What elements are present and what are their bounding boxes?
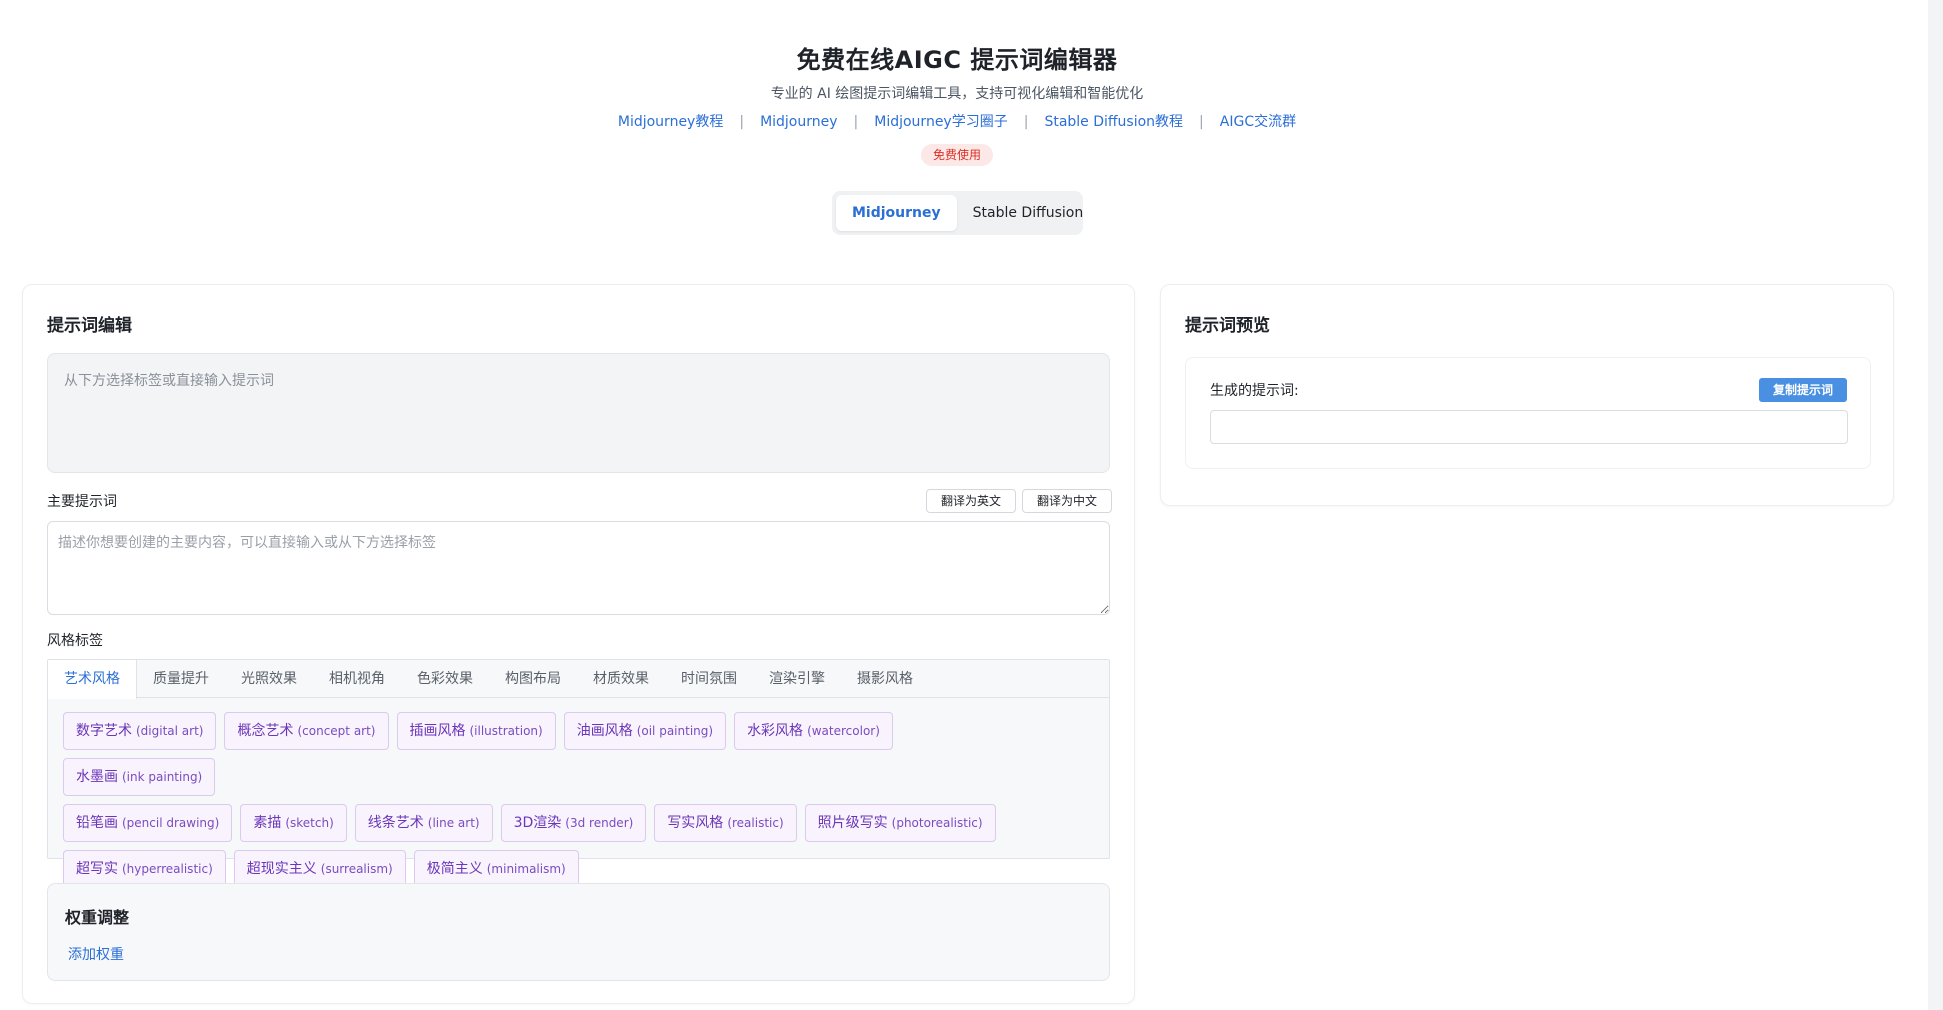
translate-zh-button[interactable]: 翻译为中文 bbox=[1022, 489, 1113, 513]
generated-prompt-label: 生成的提示词: bbox=[1210, 383, 1299, 399]
translate-en-button[interactable]: 翻译为英文 bbox=[926, 489, 1017, 513]
copy-prompt-button[interactable]: 复制提示词 bbox=[1758, 378, 1847, 402]
style-tag[interactable]: 照片级写实 (photorealistic) bbox=[804, 804, 996, 842]
link-stable-diffusion-tutorial[interactable]: Stable Diffusion教程 bbox=[1044, 114, 1183, 130]
tag-label-zh: 数字艺术 bbox=[76, 723, 132, 739]
tab-art-style[interactable]: 艺术风格 bbox=[48, 660, 137, 699]
main-prompt-input[interactable] bbox=[47, 521, 1110, 615]
tab-composition[interactable]: 构图布局 bbox=[489, 660, 577, 698]
editor-title: 提示词编辑 bbox=[47, 316, 132, 336]
page-scrollbar[interactable] bbox=[1928, 0, 1943, 1010]
editor-panel: 提示词编辑 从下方选择标签或直接输入提示词 主要提示词 翻译为英文 翻译为中文 … bbox=[22, 284, 1135, 1004]
tab-render-engine[interactable]: 渲染引擎 bbox=[753, 660, 841, 698]
tag-label-zh: 写实风格 bbox=[667, 815, 724, 831]
tag-label-zh: 线条艺术 bbox=[367, 815, 424, 831]
tag-label-en: (3d render) bbox=[565, 816, 634, 830]
link-aigc-group[interactable]: AIGC交流群 bbox=[1220, 114, 1296, 130]
style-tag[interactable]: 写实风格 (realistic) bbox=[654, 804, 797, 842]
tag-label-zh: 超写实 bbox=[76, 861, 118, 877]
tag-label-en: (ink painting) bbox=[122, 770, 203, 784]
tag-label-zh: 水墨画 bbox=[76, 769, 118, 785]
tab-material[interactable]: 材质效果 bbox=[577, 660, 665, 698]
combined-prompt-box[interactable]: 从下方选择标签或直接输入提示词 bbox=[47, 353, 1110, 473]
tag-label-en: (realistic) bbox=[727, 816, 784, 830]
style-tag[interactable]: 素描 (sketch) bbox=[240, 804, 347, 842]
tab-camera[interactable]: 相机视角 bbox=[313, 660, 401, 698]
mode-switch: Midjourney Stable Diffusion bbox=[832, 191, 1083, 235]
tab-quality[interactable]: 质量提升 bbox=[137, 660, 225, 698]
tab-midjourney[interactable]: Midjourney bbox=[836, 195, 957, 231]
link-separator: | bbox=[1199, 114, 1204, 130]
link-bar: Midjourney教程 | Midjourney | Midjourney学习圈子 | S… bbox=[0, 112, 1914, 132]
style-tag[interactable]: 概念艺术 (concept art) bbox=[224, 712, 389, 750]
tab-color[interactable]: 色彩效果 bbox=[401, 660, 489, 698]
link-separator: | bbox=[853, 114, 859, 130]
style-tag[interactable]: 水墨画 (ink painting) bbox=[63, 758, 216, 796]
link-midjourney-tutorial[interactable]: Midjourney教程 bbox=[618, 114, 723, 130]
weight-title: 权重调整 bbox=[65, 908, 130, 927]
link-midjourney-circle[interactable]: Midjourney学习圈子 bbox=[874, 114, 1007, 130]
tag-label-zh: 插画风格 bbox=[409, 723, 466, 739]
tag-label-zh: 3D渲染 bbox=[513, 815, 562, 831]
preview-panel: 提示词预览 生成的提示词: 复制提示词 bbox=[1160, 284, 1894, 506]
page-subtitle: 专业的 AI 绘图提示词编辑工具，支持可视化编辑和智能优化 bbox=[770, 86, 1144, 102]
add-weight-link[interactable]: 添加权重 bbox=[68, 944, 124, 964]
tag-label-en: (minimalism) bbox=[486, 862, 566, 876]
style-tag[interactable]: 油画风格 (oil painting) bbox=[563, 712, 727, 750]
tag-label-en: (sketch) bbox=[285, 816, 334, 830]
link-separator: | bbox=[739, 114, 745, 130]
tag-label-zh: 素描 bbox=[253, 815, 282, 831]
style-tag[interactable]: 3D渲染 (3d render) bbox=[500, 804, 647, 842]
tag-label-en: (digital art) bbox=[136, 724, 204, 738]
tag-label-en: (illustration) bbox=[469, 724, 543, 738]
main-prompt-label: 主要提示词 bbox=[47, 494, 117, 510]
tab-lighting[interactable]: 光照效果 bbox=[225, 660, 313, 698]
preview-title: 提示词预览 bbox=[1185, 316, 1270, 336]
tag-label-en: (pencil drawing) bbox=[122, 816, 220, 830]
free-badge: 免费使用 bbox=[920, 144, 993, 166]
tag-label-zh: 极简主义 bbox=[426, 861, 483, 877]
tag-label-en: (concept art) bbox=[297, 724, 376, 738]
style-tag[interactable]: 插画风格 (illustration) bbox=[396, 712, 556, 750]
tag-label-en: (photorealistic) bbox=[891, 816, 983, 830]
tab-photography[interactable]: 摄影风格 bbox=[841, 660, 929, 698]
tag-label-zh: 水彩风格 bbox=[747, 723, 804, 739]
preview-card: 生成的提示词: 复制提示词 bbox=[1185, 357, 1871, 469]
tag-label-zh: 超现实主义 bbox=[246, 861, 317, 877]
tag-label-zh: 油画风格 bbox=[576, 723, 633, 739]
style-tag[interactable]: 线条艺术 (line art) bbox=[354, 804, 493, 842]
style-tab-bar: 艺术风格 质量提升 光照效果 相机视角 色彩效果 构图布局 材质效果 时间氛围 … bbox=[48, 660, 1109, 699]
link-separator: | bbox=[1023, 114, 1029, 130]
tag-label-en: (hyperrealistic) bbox=[122, 862, 213, 876]
tag-label-en: (line art) bbox=[427, 816, 480, 830]
tag-label-zh: 概念艺术 bbox=[237, 723, 294, 739]
generated-prompt-output[interactable] bbox=[1210, 410, 1848, 444]
style-tag[interactable]: 水彩风格 (watercolor) bbox=[734, 712, 893, 750]
page-title: 免费在线AIGC 提示词编辑器 bbox=[796, 46, 1118, 74]
style-tag[interactable]: 数字艺术 (digital art) bbox=[63, 712, 217, 750]
weight-section: 权重调整 添加权重 bbox=[47, 883, 1110, 981]
tab-time-mood[interactable]: 时间氛围 bbox=[665, 660, 753, 698]
tag-list: 数字艺术 (digital art) 概念艺术 (concept art) 插画风格… bbox=[48, 698, 1048, 896]
tag-label-en: (oil painting) bbox=[636, 724, 714, 738]
tag-label-zh: 照片级写实 bbox=[817, 815, 888, 831]
link-midjourney[interactable]: Midjourney bbox=[760, 114, 837, 130]
tag-label-en: (watercolor) bbox=[807, 724, 880, 738]
style-tags-label: 风格标签 bbox=[47, 633, 103, 649]
tag-label-en: (surrealism) bbox=[320, 862, 393, 876]
page-header: 免费在线AIGC 提示词编辑器 专业的 AI 绘图提示词编辑工具，支持可视化编辑… bbox=[0, 40, 1914, 166]
tag-label-zh: 铅笔画 bbox=[76, 815, 118, 831]
style-tag[interactable]: 铅笔画 (pencil drawing) bbox=[63, 804, 233, 842]
tab-stable-diffusion[interactable]: Stable Diffusion bbox=[957, 195, 1100, 231]
style-tag-area: 艺术风格 质量提升 光照效果 相机视角 色彩效果 构图布局 材质效果 时间氛围 … bbox=[47, 659, 1110, 888]
